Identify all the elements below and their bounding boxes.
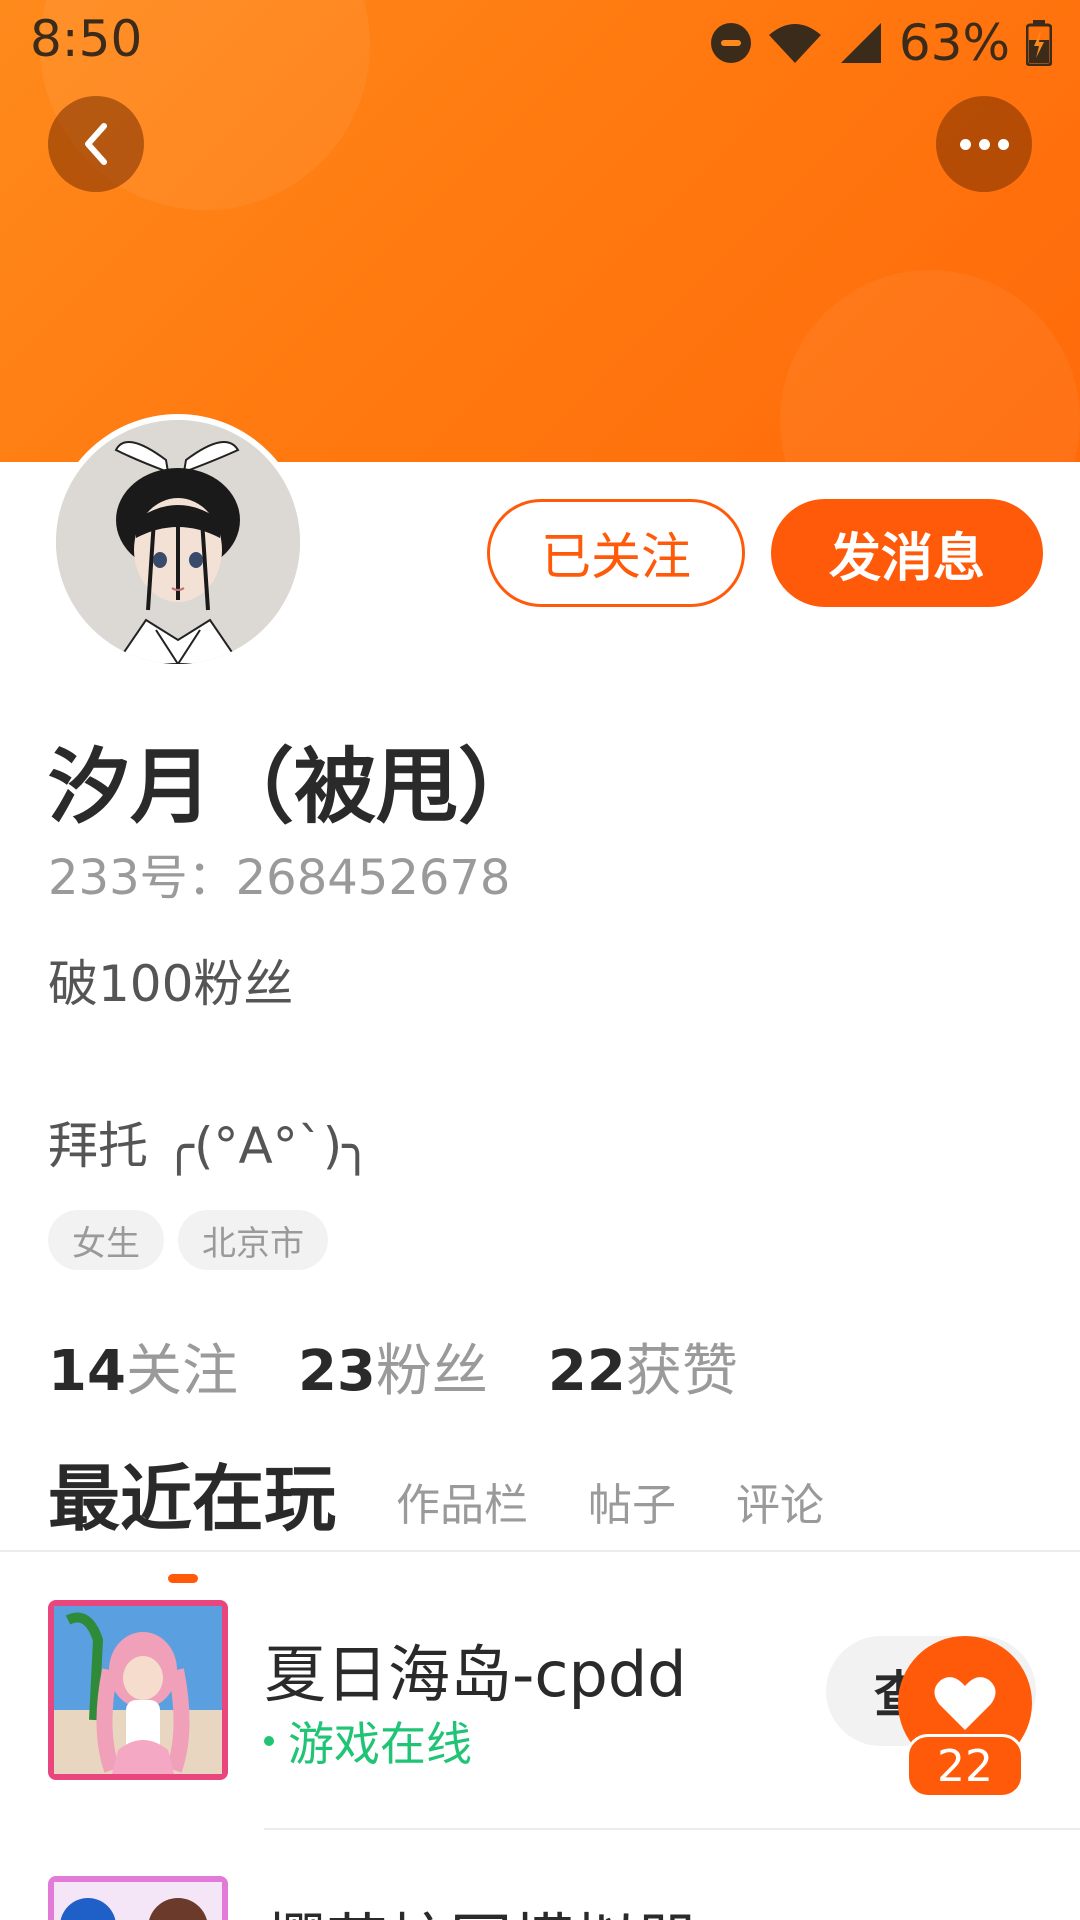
banner-decoration (780, 270, 1080, 462)
tab-label: 最近在玩 (48, 1457, 337, 1541)
wifi-icon (768, 24, 821, 63)
tab-comments[interactable]: 评论 (736, 1469, 824, 1545)
user-name: 汐月（被甩） (48, 740, 541, 835)
stat-number: 22 (547, 1339, 626, 1404)
profile-stats: 14关注 23粉丝 22获赞 (48, 1326, 738, 1407)
tab-recently-played[interactable]: 最近在玩 (48, 1440, 337, 1583)
list-item[interactable]: 樱花校园模拟器 (0, 1876, 1080, 1920)
online-dot-icon (264, 1736, 274, 1746)
chevron-left-icon (85, 123, 107, 165)
tab-posts[interactable]: 帖子 (588, 1469, 676, 1545)
more-button[interactable] (936, 96, 1032, 192)
avatar[interactable] (50, 414, 306, 670)
stat-label: 粉丝 (375, 1339, 488, 1404)
stat-label: 获赞 (625, 1339, 738, 1404)
stat-number: 23 (297, 1339, 376, 1404)
like-count-badge: 22 (906, 1734, 1024, 1798)
avatar-illustration (56, 420, 300, 664)
signal-icon (840, 23, 881, 63)
stat-number: 14 (48, 1339, 126, 1404)
bio-line: 破100粉丝 (48, 955, 294, 1013)
more-horizontal-icon (959, 138, 1009, 150)
avatar-image (56, 420, 300, 664)
back-button[interactable] (48, 96, 144, 192)
stat-following[interactable]: 14关注 (48, 1326, 238, 1407)
battery-percent: 63% (898, 14, 1010, 72)
game-title: 樱花校园模拟器 (264, 1892, 698, 1920)
game-icon (48, 1876, 228, 1920)
divider (0, 1550, 1080, 1552)
stat-likes[interactable]: 22获赞 (548, 1326, 738, 1407)
bio-line: 拜托 ╭(°A°`)╮ (48, 1117, 373, 1175)
game-status-text: 游戏在线 (288, 1717, 472, 1771)
status-time: 8:50 (30, 10, 143, 68)
game-title: 夏日海岛-cpdd (264, 1638, 687, 1711)
tab-works[interactable]: 作品栏 (396, 1469, 528, 1545)
do-not-disturb-icon (710, 23, 751, 63)
game-icon (48, 1600, 228, 1780)
battery-charging-icon (1026, 20, 1052, 66)
heart-icon (934, 1677, 996, 1730)
followed-button[interactable]: 已关注 (487, 499, 745, 607)
status-icons: 63% (710, 14, 1052, 72)
stat-followers[interactable]: 23粉丝 (298, 1326, 488, 1407)
divider (264, 1828, 1080, 1830)
tag-location: 北京市 (178, 1210, 328, 1270)
user-id: 233号：268452678 (48, 850, 511, 906)
stat-label: 关注 (125, 1339, 238, 1404)
profile-tags: 女生 北京市 (48, 1210, 328, 1270)
send-message-button[interactable]: 发消息 (771, 499, 1043, 607)
tag-gender: 女生 (48, 1210, 164, 1270)
game-status: 游戏在线 (264, 1708, 472, 1774)
tab-indicator (168, 1574, 198, 1583)
profile-tabs: 最近在玩 作品栏 帖子 评论 (48, 1440, 824, 1583)
status-bar: 8:50 63% (0, 0, 1080, 78)
